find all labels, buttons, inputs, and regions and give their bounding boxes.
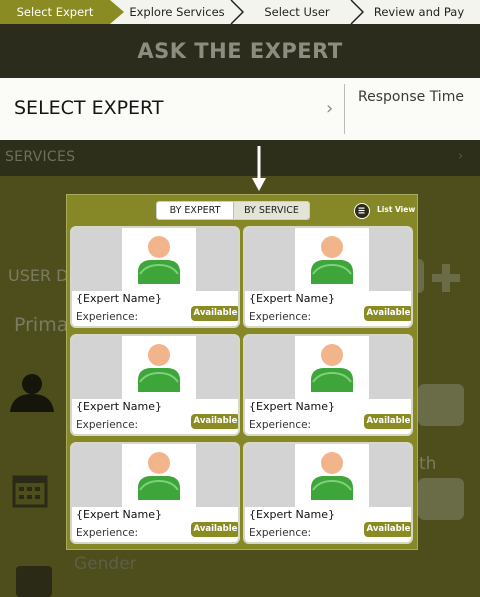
field-box xyxy=(418,384,464,426)
expert-name: {Expert Name} xyxy=(76,400,162,413)
page-title: ASK THE EXPERT xyxy=(0,24,480,78)
expert-name: {Expert Name} xyxy=(249,400,335,413)
expert-name: {Expert Name} xyxy=(76,292,162,305)
calendar-icon xyxy=(12,475,48,508)
user-avatar-icon xyxy=(311,344,353,392)
primary-label: Prima xyxy=(14,314,69,336)
services-label: SERVICES xyxy=(5,149,76,165)
photo-placeholder xyxy=(245,444,295,507)
expert-experience: Experience: xyxy=(76,419,139,431)
photo-placeholder xyxy=(369,228,411,291)
availability-badge: Available xyxy=(191,306,238,321)
expert-card[interactable]: {Expert Name} Experience: Available xyxy=(70,334,240,436)
divider xyxy=(344,84,345,134)
step-select-expert[interactable]: Select Expert xyxy=(0,0,110,24)
user-avatar-icon xyxy=(138,344,180,392)
availability-badge: Available xyxy=(191,414,238,429)
expert-photo xyxy=(72,336,238,399)
availability-badge: Available xyxy=(364,414,411,429)
expert-name: {Expert Name} xyxy=(76,508,162,521)
expert-experience: Experience: xyxy=(249,527,312,539)
photo-placeholder xyxy=(196,228,238,291)
chevron-right-icon: › xyxy=(458,149,464,164)
availability-badge: Available xyxy=(364,522,411,537)
expert-name: {Expert Name} xyxy=(249,292,335,305)
expert-name: {Expert Name} xyxy=(249,508,335,521)
services-row[interactable]: SERVICES › xyxy=(0,140,480,176)
availability-badge: Available xyxy=(191,522,238,537)
photo-placeholder xyxy=(196,444,238,507)
expert-photo xyxy=(72,444,238,507)
select-expert-modal: BY EXPERT BY SERVICE List View {Expert N… xyxy=(66,194,418,550)
user-avatar-icon xyxy=(311,236,353,284)
photo-placeholder xyxy=(72,336,122,399)
expert-experience: Experience: xyxy=(76,311,139,323)
user-avatar-icon xyxy=(311,452,353,500)
photo-placeholder xyxy=(245,228,295,291)
tab-by-expert[interactable]: BY EXPERT xyxy=(157,202,233,219)
gender-icon xyxy=(16,566,52,597)
photo-placeholder xyxy=(369,336,411,399)
list-view-label[interactable]: List View xyxy=(377,205,415,214)
photo-placeholder xyxy=(245,336,295,399)
select-expert-label: SELECT EXPERT xyxy=(14,97,164,119)
view-toggle: BY EXPERT BY SERVICE xyxy=(156,201,310,220)
expert-photo xyxy=(72,228,238,291)
list-lines xyxy=(358,207,365,214)
expert-photo xyxy=(245,228,411,291)
availability-badge: Available xyxy=(364,306,411,321)
progress-steps: Select Expert Explore Services Select Us… xyxy=(0,0,480,24)
expert-card[interactable]: {Expert Name} Experience: Available xyxy=(243,226,413,328)
person-icon xyxy=(10,374,54,412)
step-explore-services[interactable]: Explore Services xyxy=(124,0,230,24)
step-select-user[interactable]: Select User xyxy=(244,0,350,24)
photo-placeholder xyxy=(369,444,411,507)
expert-photo xyxy=(245,336,411,399)
user-avatar-icon xyxy=(138,452,180,500)
expert-experience: Experience: xyxy=(249,311,312,323)
field-label-fragment: th xyxy=(419,454,437,474)
list-view-icon[interactable] xyxy=(354,203,370,219)
expert-card[interactable]: {Expert Name} Experience: Available xyxy=(243,334,413,436)
user-avatar-icon xyxy=(138,236,180,284)
expert-card[interactable]: {Expert Name} Experience: Available xyxy=(70,226,240,328)
step-review-and-pay[interactable]: Review and Pay xyxy=(364,0,474,24)
step-arrow-icon xyxy=(230,0,244,24)
step-arrow-icon xyxy=(350,0,364,24)
user-details-label: USER D xyxy=(8,266,69,285)
down-arrow-icon xyxy=(252,146,266,191)
photo-placeholder xyxy=(196,336,238,399)
photo-placeholder xyxy=(72,228,122,291)
photo-placeholder xyxy=(72,444,122,507)
select-expert-row[interactable]: SELECT EXPERT › Response Time xyxy=(0,78,480,140)
gender-label: Gender xyxy=(74,554,137,574)
expert-experience: Experience: xyxy=(76,527,139,539)
expert-card[interactable]: {Expert Name} Experience: Available xyxy=(70,442,240,544)
plus-icon[interactable] xyxy=(430,262,462,294)
tab-by-service[interactable]: BY SERVICE xyxy=(233,202,309,219)
step-arrow-icon xyxy=(110,0,124,24)
expert-photo xyxy=(245,444,411,507)
expert-experience: Experience: xyxy=(249,419,312,431)
response-time-label[interactable]: Response Time xyxy=(358,89,464,105)
expert-card[interactable]: {Expert Name} Experience: Available xyxy=(243,442,413,544)
field-box xyxy=(418,478,464,520)
chevron-right-icon: › xyxy=(326,98,334,119)
